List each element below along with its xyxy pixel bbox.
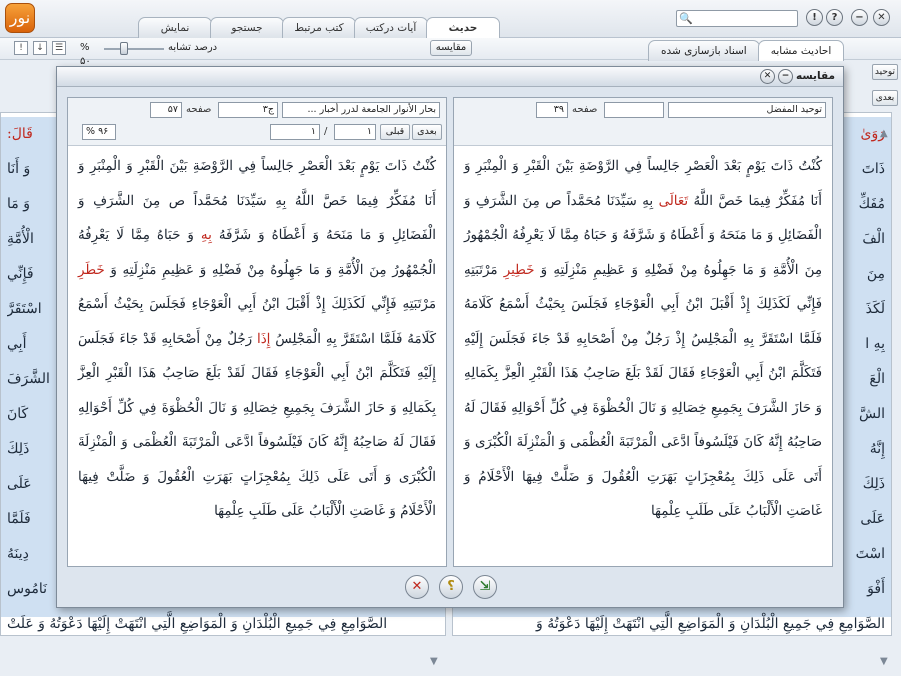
left-document-text: كُنْتُ ذَاتَ يَوْمٍ بَعْدَ الْعَصْرِ جَا… (68, 146, 446, 566)
text-run: مَرْتَبَتِهِ فَإِنِّي لَكَذَلِكَ إِذْ أَ… (464, 262, 822, 520)
left-next-button[interactable]: بعدی (412, 124, 442, 140)
minimize-button[interactable]: − (851, 9, 868, 26)
right-document-panel: توحید المفضل صفحه ۳۹ كُنْتُ ذَاتَ يَوْمٍ… (453, 97, 833, 567)
tab-display[interactable]: نمایش (138, 17, 212, 38)
similarity-label: درصد تشابه (168, 42, 218, 53)
diff-word: إِذَا (256, 331, 271, 347)
background-next-button[interactable]: بعدی (872, 90, 898, 106)
left-scroll-down-icon[interactable]: ▼ (430, 656, 438, 667)
app-logo: نور (5, 3, 35, 33)
similarity-slider-knob[interactable] (120, 42, 128, 55)
left-prev-button[interactable]: قبلی (380, 124, 410, 140)
left-page-label: صفحه (186, 104, 212, 115)
right-page-field[interactable]: ۳۹ (536, 102, 568, 118)
separator-slash: / (324, 126, 328, 137)
left-percent-sign: % (86, 126, 96, 137)
right-document-text: كُنْتُ ذَاتَ يَوْمٍ بَعْدَ الْعَصْرِ جَا… (454, 146, 832, 566)
search-icon: 🔍 (679, 12, 693, 25)
background-right-header: توحيد بعدی (872, 64, 898, 106)
tab-similar-hadiths[interactable]: احادیث مشابه (757, 40, 845, 61)
left-percent-field: % ۹۶ (82, 124, 116, 140)
background-line: الصَّوَامِعِ فِي جَمِيعِ الْبُلْدَانِ وَ… (7, 616, 388, 632)
left-document-header: بحار الأنوار الجامعة لدرر أخبار ... ج۳ ص… (68, 98, 446, 146)
right-scroll-down-icon[interactable]: ▼ (880, 656, 888, 667)
close-button[interactable]: ✕ (873, 9, 890, 26)
download-icon[interactable]: ↓ (33, 41, 47, 55)
right-book-field[interactable]: توحید المفضل (668, 102, 826, 118)
left-document-panel: بحار الأنوار الجامعة لدرر أخبار ... ج۳ ص… (67, 97, 447, 567)
dialog-title-bar: مقایسه − ✕ (57, 67, 843, 87)
tab-search[interactable]: جستجو (210, 17, 284, 38)
similarity-slider-track[interactable] (104, 48, 164, 50)
compare-button[interactable]: مقایسه (430, 40, 472, 56)
right-volume-field[interactable] (604, 102, 664, 118)
top-search-input[interactable]: 🔍 (676, 10, 798, 27)
close-compare-icon[interactable]: ✕ (405, 575, 429, 599)
tab-verses-in-books[interactable]: آیات درکتب (354, 17, 428, 38)
similarity-value: % ۵۰ (80, 41, 102, 67)
right-document-header: توحید المفضل صفحه ۳۹ (454, 98, 832, 146)
right-scroll-up-icon[interactable]: ▲ (880, 128, 888, 139)
diff-word: بِهِ (200, 228, 212, 243)
info-small-icon[interactable]: ! (14, 41, 28, 55)
left-percent-value: ۹۶ (98, 126, 109, 137)
diff-word: خَطِيرِ (503, 262, 535, 278)
diff-word: تَعَالَى (658, 193, 689, 209)
background-line: الصَّوَامِعِ فِي جَمِيعِ الْبُلْدَانِ وَ… (535, 616, 885, 632)
dialog-close-button[interactable]: ✕ (760, 69, 775, 84)
title-bar: نور حدیث آیات درکتب کتب مرتبط جستجو نمای… (0, 0, 901, 39)
left-volume-field[interactable]: ج۳ (218, 102, 278, 118)
left-current-field[interactable]: ۱ (334, 124, 376, 140)
info-icon[interactable]: ! (806, 9, 823, 26)
text-run: رَجُلٌ مِنْ أَصْحَابِهِ قَدْ جَاءَ فَجَل… (78, 331, 436, 520)
dialog-title: مقایسه (796, 70, 835, 82)
dialog-minimize-button[interactable]: − (778, 69, 793, 84)
right-page-label: صفحه (572, 104, 598, 115)
result-tabs: احادیث مشابه اسناد بازسازی شده (648, 40, 845, 61)
main-tabs: حدیث آیات درکتب کتب مرتبط جستجو نمایش (138, 17, 500, 39)
background-book-field[interactable]: توحيد (872, 64, 898, 80)
tab-related-books[interactable]: کتب مرتبط (282, 17, 356, 38)
diff-word: خَطَرِ (78, 262, 105, 278)
tab-rebuilt-documents[interactable]: اسناد بازسازی شده (648, 40, 760, 61)
export-icon[interactable]: ⇲ (473, 575, 497, 599)
left-page-field[interactable]: ۵۷ (150, 102, 182, 118)
compare-dialog: مقایسه − ✕ بحار الأنوار الجامعة لدرر أخب… (56, 66, 844, 608)
help-icon[interactable]: ? (826, 9, 843, 26)
left-book-field[interactable]: بحار الأنوار الجامعة لدرر أخبار ... (282, 102, 440, 118)
list-view-icon[interactable]: ☰ (52, 41, 66, 55)
tab-hadith[interactable]: حدیث (426, 17, 500, 39)
percent-sign: % (80, 42, 90, 53)
help-key-icon[interactable]: ؟ (439, 575, 463, 599)
left-total-field: ۱ (270, 124, 320, 140)
